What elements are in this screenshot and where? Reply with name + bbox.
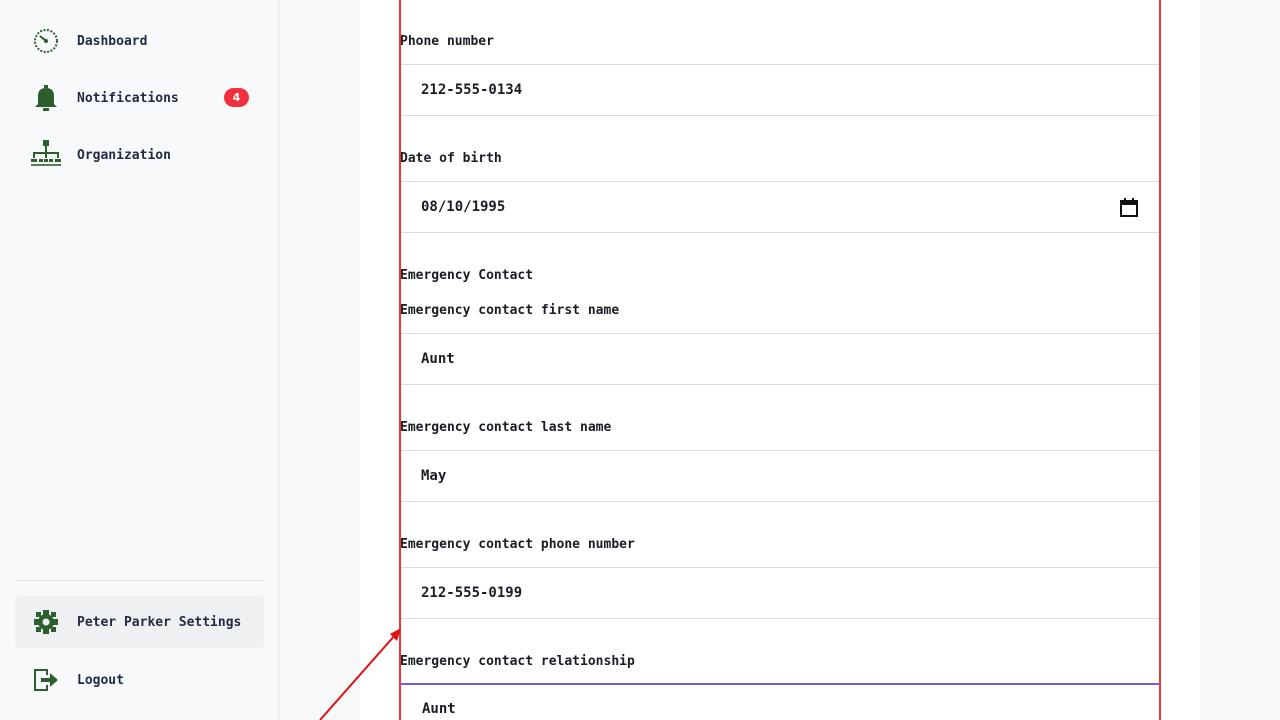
logout-icon: [30, 664, 62, 696]
ec-phone-label: Emergency contact phone number: [400, 537, 635, 552]
bell-icon: [30, 82, 62, 114]
sidebar-item-label: Dashboard: [77, 33, 148, 49]
notification-count-badge: 4: [224, 88, 249, 107]
dashboard-icon: [30, 25, 62, 57]
ec-phone-input[interactable]: 212-555-0199: [400, 567, 1160, 619]
sidebar-item-notifications[interactable]: Notifications 4: [15, 72, 264, 124]
sidebar-item-logout[interactable]: Logout: [15, 654, 264, 706]
dob-input[interactable]: 08/10/1995: [400, 181, 1160, 233]
calendar-icon[interactable]: [1120, 198, 1138, 217]
ec-relationship-value: Aunt: [422, 701, 456, 717]
sidebar: Dashboard Notifications 4 Organization P…: [0, 0, 279, 720]
ec-relationship-input[interactable]: Aunt: [399, 683, 1161, 720]
sidebar-item-label: Peter Parker Settings: [77, 614, 242, 630]
ec-relationship-label: Emergency contact relationship: [400, 654, 635, 669]
sidebar-item-label: Notifications: [77, 90, 179, 106]
sidebar-divider: [15, 580, 264, 581]
sidebar-item-label: Organization: [77, 147, 171, 163]
dob-value: 08/10/1995: [421, 199, 506, 215]
sidebar-item-label: Logout: [77, 672, 124, 688]
ec-first-name-value: Aunt: [421, 351, 455, 367]
gear-icon: [30, 606, 62, 638]
emergency-contact-heading: Emergency Contact: [400, 268, 534, 283]
ec-last-name-input[interactable]: May: [400, 450, 1160, 502]
ec-last-name-value: May: [421, 468, 447, 484]
phone-input[interactable]: 212-555-0134: [400, 64, 1160, 116]
phone-value: 212-555-0134: [421, 82, 523, 98]
ec-first-name-label: Emergency contact first name: [400, 303, 620, 318]
dob-label: Date of birth: [400, 151, 502, 166]
ec-first-name-input[interactable]: Aunt: [400, 333, 1160, 385]
ec-last-name-label: Emergency contact last name: [400, 420, 612, 435]
ec-phone-value: 212-555-0199: [421, 585, 523, 601]
phone-label: Phone number: [400, 34, 494, 49]
org-chart-icon: [30, 139, 62, 171]
sidebar-item-organization[interactable]: Organization: [15, 129, 264, 181]
sidebar-item-dashboard[interactable]: Dashboard: [15, 15, 264, 67]
sidebar-item-settings[interactable]: Peter Parker Settings: [15, 596, 264, 648]
